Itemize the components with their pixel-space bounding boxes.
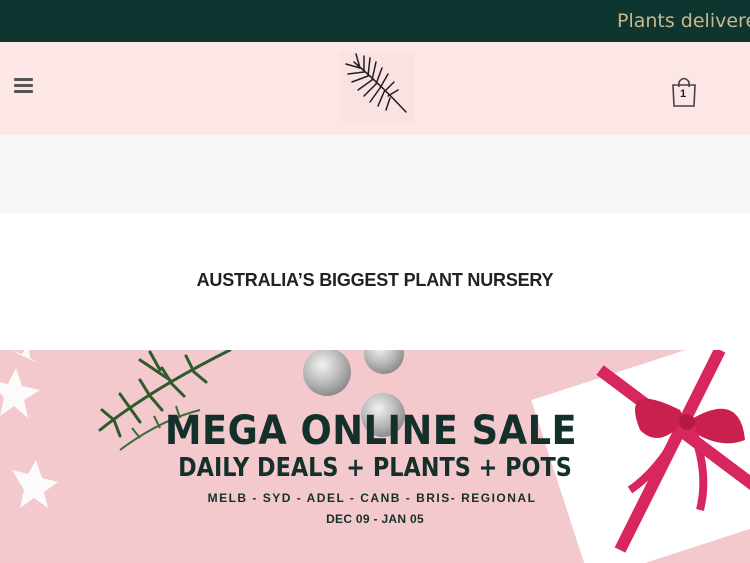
announcement-text: Plants delivered: [617, 10, 750, 32]
sale-banner[interactable]: MEGA ONLINE SALE DAILY DEALS + PLANTS + …: [0, 350, 750, 563]
banner-cities: MELB - SYD - ADEL - CANB - BRIS- REGIONA…: [207, 491, 537, 505]
hamburger-menu-icon[interactable]: [14, 78, 34, 96]
spacer-band: [0, 135, 750, 213]
palm-leaf-logo[interactable]: [340, 52, 414, 122]
tagline-heading: AUSTRALIA’S BIGGEST PLANT NURSERY: [196, 270, 554, 290]
site-header: 1: [0, 42, 750, 135]
cart-count-badge: 1: [679, 88, 687, 100]
banner-dates: DEC 09 - JAN 05: [326, 512, 424, 526]
banner-subtitle: DAILY DEALS + PLANTS + POTS: [178, 453, 572, 483]
banner-title: MEGA ONLINE SALE: [164, 408, 578, 454]
cart-button[interactable]: 1: [670, 76, 698, 108]
announcement-bar: Plants delivered: [0, 0, 750, 42]
